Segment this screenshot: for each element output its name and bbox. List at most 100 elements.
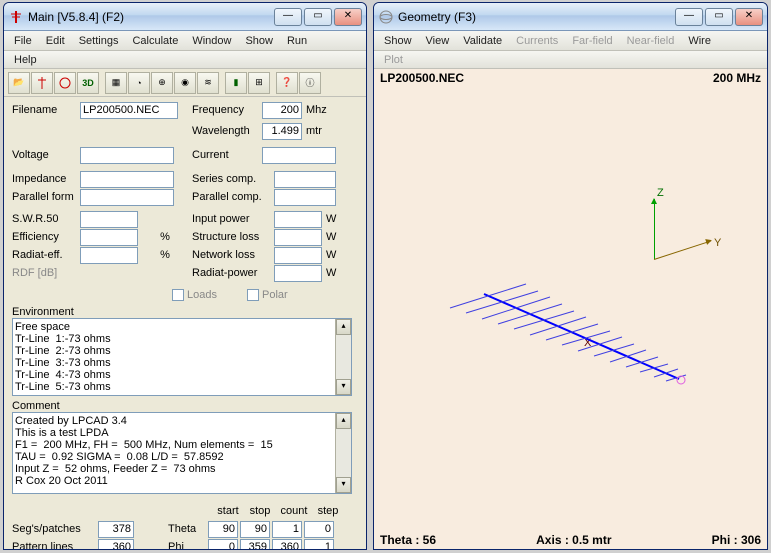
efficiency-input[interactable] (80, 229, 138, 246)
segs-input[interactable] (98, 521, 134, 538)
filename-label: Filename (12, 104, 80, 116)
theta-start[interactable] (208, 521, 238, 538)
loads-checkbox[interactable] (172, 289, 184, 301)
voltage-input[interactable] (80, 147, 174, 164)
polar-checkbox[interactable] (247, 289, 259, 301)
tool-antenna-icon[interactable] (31, 72, 53, 94)
geom-title: Geometry (F3) (398, 10, 675, 24)
close-button[interactable]: ✕ (334, 8, 362, 26)
main-titlebar[interactable]: Main [V5.8.4] (F2) — ▭ ✕ (4, 3, 366, 31)
parallel-comp-label: Parallel comp. (192, 191, 274, 203)
menu-wire[interactable]: Wire (682, 33, 717, 49)
comment-label: Comment (12, 400, 60, 412)
window-controls: — ▭ ✕ (274, 8, 362, 26)
parallel-comp-input[interactable] (274, 189, 336, 206)
minimize-button[interactable]: — (274, 8, 302, 26)
w3: W (326, 249, 336, 261)
phi-count[interactable] (272, 539, 302, 551)
frequency-input[interactable] (262, 102, 302, 119)
phi-stop[interactable] (240, 539, 270, 551)
radiat-eff-input[interactable] (80, 247, 138, 264)
environment-label: Environment (12, 306, 74, 318)
tool-smith-icon[interactable]: ◉ (174, 72, 196, 94)
theta-step[interactable] (304, 521, 334, 538)
input-power-input[interactable] (274, 211, 322, 228)
comment-text[interactable]: Created by LPCAD 3.4 This is a test LPDA… (12, 412, 352, 494)
series-comp-label: Series comp. (192, 173, 274, 185)
tool-3d-icon[interactable] (54, 72, 76, 94)
tool-eye-icon[interactable]: ⊞ (248, 72, 270, 94)
tool-grid-icon[interactable]: ▦ (105, 72, 127, 94)
environment-text[interactable]: Free space Tr-Line 1:-73 ohms Tr-Line 2:… (12, 318, 352, 396)
menu-currents[interactable]: Currents (510, 33, 564, 49)
z-axis (654, 199, 655, 259)
main-title: Main [V5.8.4] (F2) (28, 10, 274, 24)
parallel-form-input[interactable] (80, 189, 174, 206)
theta-count[interactable] (272, 521, 302, 538)
maximize-button[interactable]: ▭ (304, 8, 332, 26)
geom-titlebar[interactable]: Geometry (F3) — ▭ ✕ (374, 3, 767, 31)
maximize-button[interactable]: ▭ (705, 8, 733, 26)
mtr-label: mtr (306, 125, 322, 137)
geometry-viewport[interactable]: LP200500.NEC 200 MHz Z Y X (374, 69, 767, 549)
menu-farfield[interactable]: Far-field (566, 33, 618, 49)
swr-input[interactable] (80, 211, 138, 228)
rdf-label: RDF [dB] (12, 267, 80, 279)
menu-edit[interactable]: Edit (40, 33, 71, 49)
tool-chart-icon[interactable]: ◔ (128, 72, 150, 94)
menu-run[interactable]: Run (281, 33, 313, 49)
theta-stop[interactable] (240, 521, 270, 538)
parallel-form-label: Parallel form (12, 191, 80, 203)
phi-start[interactable] (208, 539, 238, 551)
swr-label: S.W.R.50 (12, 213, 80, 225)
radiat-power-input[interactable] (274, 265, 322, 282)
network-loss-input[interactable] (274, 247, 322, 264)
menu-show[interactable]: Show (239, 33, 279, 49)
menu-nearfield[interactable]: Near-field (621, 33, 681, 49)
tool-book-icon[interactable]: ▮ (225, 72, 247, 94)
geom-axis: Axis : 0.5 mtr (536, 533, 611, 547)
tool-orbit-icon[interactable]: ≋ (197, 72, 219, 94)
tool-info-icon[interactable]: ⓘ (299, 72, 321, 94)
menu-help[interactable]: Help (8, 52, 43, 68)
structure-loss-input[interactable] (274, 229, 322, 246)
close-button[interactable]: ✕ (735, 8, 763, 26)
scroll-down-icon[interactable]: ▾ (336, 379, 351, 395)
menu-settings[interactable]: Settings (73, 33, 125, 49)
main-window: Main [V5.8.4] (F2) — ▭ ✕ File Edit Setti… (3, 2, 367, 550)
pattern-input[interactable] (98, 539, 134, 551)
menu-view[interactable]: View (420, 33, 456, 49)
minimize-button[interactable]: — (675, 8, 703, 26)
mhz-label: Mhz (306, 104, 327, 116)
w4: W (326, 267, 336, 279)
wavelength-input[interactable] (262, 123, 302, 140)
z-axis-label: Z (657, 187, 664, 199)
scroll-up-icon[interactable]: ▴ (336, 413, 351, 429)
pct1: % (138, 231, 192, 243)
impedance-input[interactable] (80, 171, 174, 188)
current-input[interactable] (262, 147, 336, 164)
menu-show[interactable]: Show (378, 33, 418, 49)
filename-input[interactable] (80, 102, 178, 119)
tool-calc-icon[interactable]: ⊕ (151, 72, 173, 94)
menu-validate[interactable]: Validate (457, 33, 508, 49)
theta-label: Theta (168, 523, 208, 535)
menu-file[interactable]: File (8, 33, 38, 49)
pattern-label: Pattern lines (12, 541, 98, 550)
geom-menubar: Show View Validate Currents Far-field Ne… (374, 31, 767, 51)
structure-loss-label: Structure loss (192, 231, 274, 243)
menu-plot[interactable]: Plot (378, 52, 409, 68)
current-label: Current (192, 149, 262, 161)
menu-calculate[interactable]: Calculate (126, 33, 184, 49)
scroll-down-icon[interactable]: ▾ (336, 477, 351, 493)
hdr-stop: stop (244, 505, 276, 517)
tool-open-icon[interactable]: 📂 (8, 72, 30, 94)
tool-3d-label[interactable]: 3D (77, 72, 99, 94)
main-toolbar: 📂 3D ▦ ◔ ⊕ ◉ ≋ ▮ ⊞ ❓ ⓘ (4, 69, 366, 97)
menu-window[interactable]: Window (186, 33, 237, 49)
scroll-up-icon[interactable]: ▴ (336, 319, 351, 335)
w2: W (326, 231, 336, 243)
series-comp-input[interactable] (274, 171, 336, 188)
tool-help-icon[interactable]: ❓ (276, 72, 298, 94)
phi-step[interactable] (304, 539, 334, 551)
